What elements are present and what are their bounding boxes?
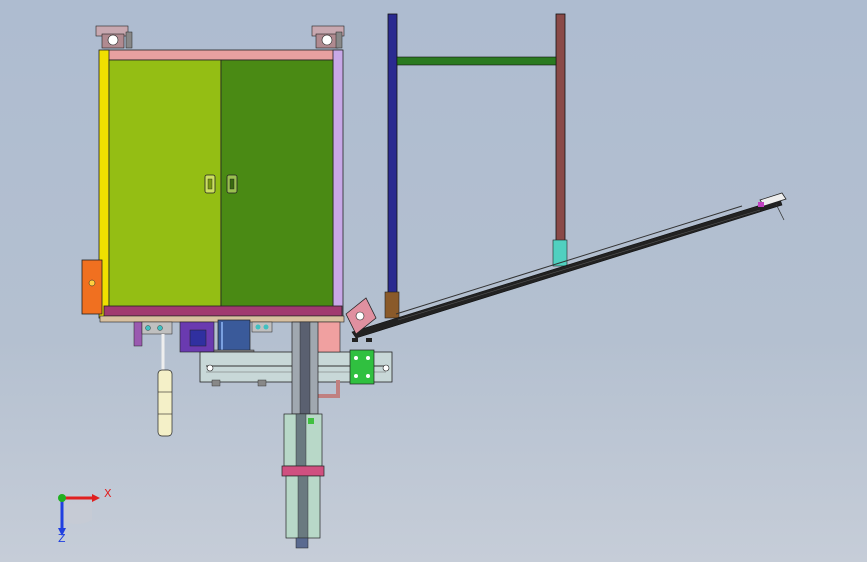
slide-carriage[interactable] [349,349,375,385]
frame-left-post[interactable] [387,13,398,313]
cabinet-bottom-rail[interactable] [103,305,343,317]
cabinet-door-left[interactable] [108,59,222,309]
cabinet-door-right[interactable] [220,59,334,309]
top-right-mount[interactable] [311,25,345,49]
coordinate-triad [58,493,100,536]
triad-z-label: Z [58,532,66,545]
inclined-arm[interactable] [345,192,787,339]
frame-right-post[interactable] [555,13,566,243]
cabinet[interactable] [81,25,345,323]
triad-x-label: X [104,487,112,500]
frame-crossbar[interactable] [396,56,557,66]
frame-right-post-sleeve[interactable] [552,239,568,267]
top-left-mount[interactable] [95,25,133,49]
hanging-rod[interactable] [157,369,173,437]
lower-machinery[interactable] [133,319,393,437]
frame-assembly[interactable] [384,13,568,319]
arm-end-marker [758,202,764,207]
cabinet-top-rail[interactable] [103,49,343,61]
orange-side-box[interactable] [81,259,103,315]
cabinet-right-rail[interactable] [332,49,344,319]
actuator-clamp[interactable] [281,465,325,477]
cad-viewport[interactable]: X Z [0,0,867,562]
cad-model-scene[interactable] [0,0,867,562]
